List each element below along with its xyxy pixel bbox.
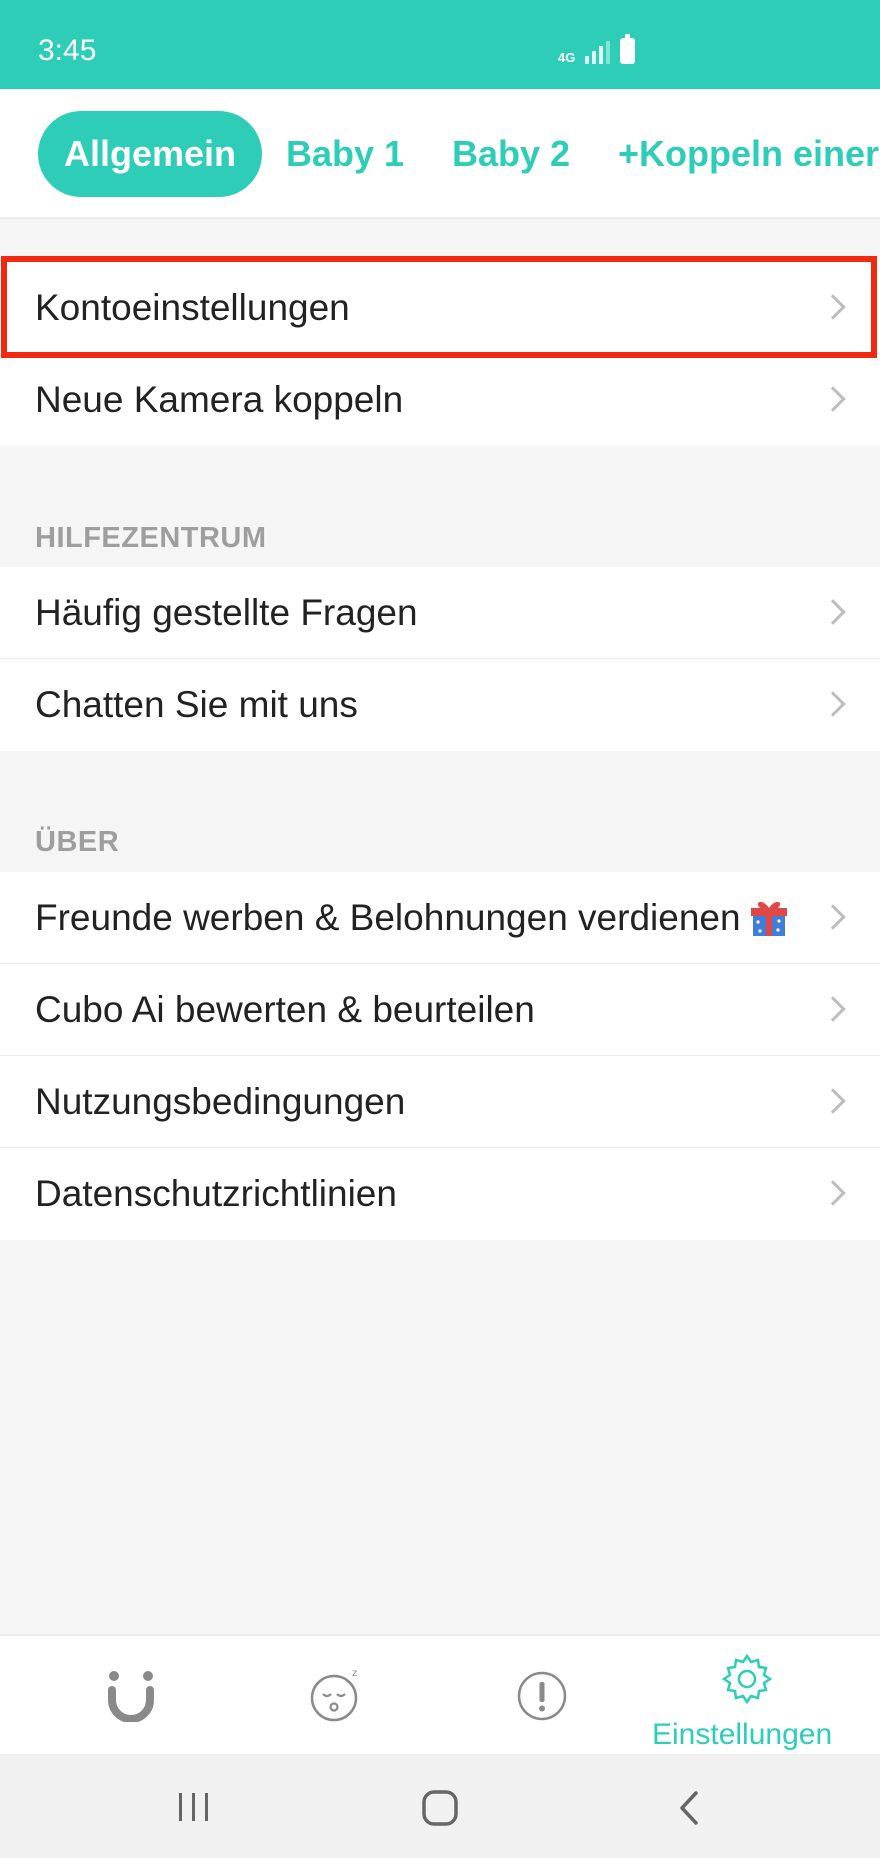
recent-apps-button[interactable] [170,1790,220,1824]
cubo-logo-icon [108,1671,154,1722]
section-header-hilfezentrum: HILFEZENTRUM [35,522,267,554]
chevron-right-icon [820,691,846,717]
nav-item-settings[interactable]: Einstellungen [640,1636,860,1756]
list-item-label: Freunde werben & Belohnungen verdienen [35,897,741,938]
nav-label-einstellungen: Einstellungen [652,1718,833,1751]
list-item-label: Häufig gestellte Fragen [35,592,418,633]
list-item-chat[interactable]: Chatten Sie mit uns [0,659,880,751]
chevron-right-icon [820,904,846,930]
chevron-right-icon [820,294,846,320]
account-section: Kontoeinstellungen Neue Kamera koppeln [0,262,880,446]
signal-icon [585,40,611,64]
status-time: 3:45 [38,34,97,67]
nav-item-sleep[interactable]: z [295,1636,375,1756]
chevron-right-icon [820,1088,846,1114]
list-item-terms[interactable]: Nutzungsbedingungen [0,1056,880,1148]
section-header-ueber: ÜBER [35,826,120,858]
list-item-privacy[interactable]: Datenschutzrichtlinien [0,1148,880,1240]
nav-item-home[interactable] [90,1636,170,1756]
list-item-faq[interactable]: Häufig gestellte Fragen [0,567,880,659]
list-item-kontoeinstellungen[interactable]: Kontoeinstellungen [0,262,880,354]
list-item-neue-kamera[interactable]: Neue Kamera koppeln [0,354,880,446]
svg-text:z: z [352,1668,357,1679]
bottom-nav: z Einstellungen [0,1634,880,1754]
gift-icon [751,901,787,936]
help-section: Häufig gestellte Fragen Chatten Sie mit … [0,567,880,751]
list-item-label: Chatten Sie mit uns [35,684,358,725]
system-nav-bar [0,1754,880,1858]
tab-koppeln[interactable]: +Koppeln einer [618,111,879,197]
back-button[interactable] [670,1788,710,1828]
gear-icon [721,1653,773,1705]
chevron-right-icon [820,386,846,412]
home-button[interactable] [420,1788,460,1828]
recent-apps-icon [179,1793,208,1821]
home-icon [422,1790,458,1826]
tab-baby-1[interactable]: Baby 1 [286,111,404,197]
about-section: Freunde werben & Belohnungen verdienen C… [0,872,880,1240]
network-label: 4G [558,50,576,65]
list-item-rate[interactable]: Cubo Ai bewerten & beurteilen [0,964,880,1056]
alert-icon [517,1671,567,1721]
list-item-label: Nutzungsbedingungen [35,1081,406,1122]
list-item-label: Datenschutzrichtlinien [35,1173,397,1214]
list-item-referral[interactable]: Freunde werben & Belohnungen verdienen [0,872,880,964]
tab-baby-2[interactable]: Baby 2 [452,111,570,197]
nav-item-alerts[interactable] [502,1636,582,1756]
status-bar: 3:45 4G [0,0,880,89]
tab-bar: Allgemein Baby 1 Baby 2 +Koppeln einer [0,89,880,219]
chevron-right-icon [820,599,846,625]
list-item-label: Cubo Ai bewerten & beurteilen [35,989,535,1030]
battery-icon [620,34,636,64]
chevron-right-icon [820,1180,846,1206]
chevron-right-icon [820,996,846,1022]
back-icon [680,1791,698,1825]
status-icons: 4G [558,34,636,65]
tab-allgemein[interactable]: Allgemein [38,111,263,197]
sleeping-face-icon: z [310,1668,358,1722]
list-item-label: Kontoeinstellungen [35,287,350,328]
list-item-label: Neue Kamera koppeln [35,379,404,420]
